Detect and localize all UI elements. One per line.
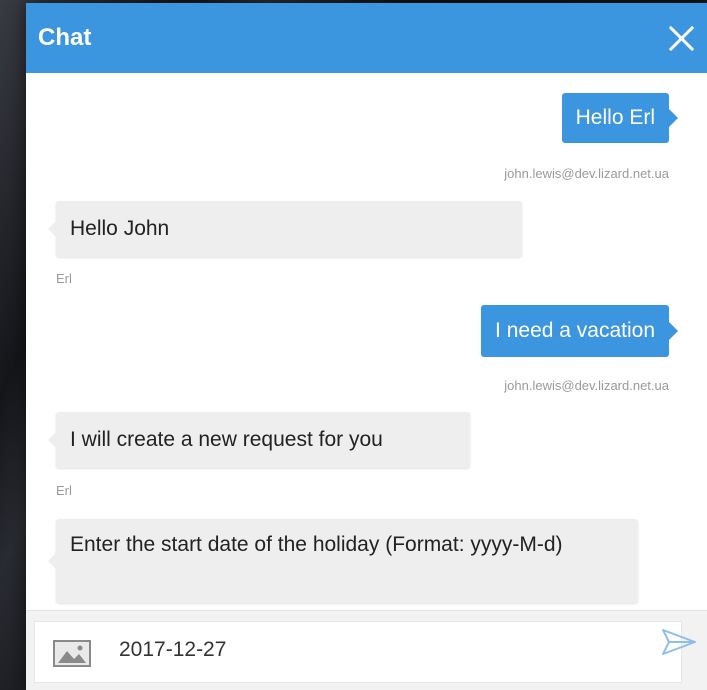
message-sender: john.lewis@dev.lizard.net.ua [504, 378, 669, 393]
message-composer [26, 610, 707, 690]
message-text: I need a vacation [495, 319, 655, 342]
image-icon[interactable] [53, 640, 91, 667]
message-text: Enter the start date of the holiday (For… [70, 533, 563, 556]
message-text: I will create a new request for you [70, 428, 383, 451]
incoming-message: Enter the start date of the holiday (For… [48, 519, 638, 603]
message-text: Hello John [70, 217, 170, 240]
message-input-box [34, 621, 682, 683]
incoming-message: Hello John [48, 201, 522, 257]
chat-header: Chat [26, 3, 707, 73]
outgoing-message: I need a vacation [481, 305, 678, 357]
message-list[interactable]: Hello Erl john.lewis@dev.lizard.net.ua H… [26, 73, 707, 610]
message-sender: Erl [56, 483, 72, 498]
message-input[interactable] [119, 638, 589, 662]
message-sender: Erl [56, 271, 72, 286]
message-text: Hello Erl [575, 106, 655, 129]
chat-window: Chat Hello Erl john.lewis@dev.lizard.net… [26, 3, 707, 690]
message-sender: john.lewis@dev.lizard.net.ua [504, 166, 669, 181]
close-icon[interactable] [667, 24, 695, 52]
outgoing-message: Hello Erl [561, 93, 679, 143]
send-icon[interactable] [661, 627, 697, 657]
chat-title: Chat [38, 24, 92, 51]
incoming-message: I will create a new request for you [48, 412, 470, 468]
